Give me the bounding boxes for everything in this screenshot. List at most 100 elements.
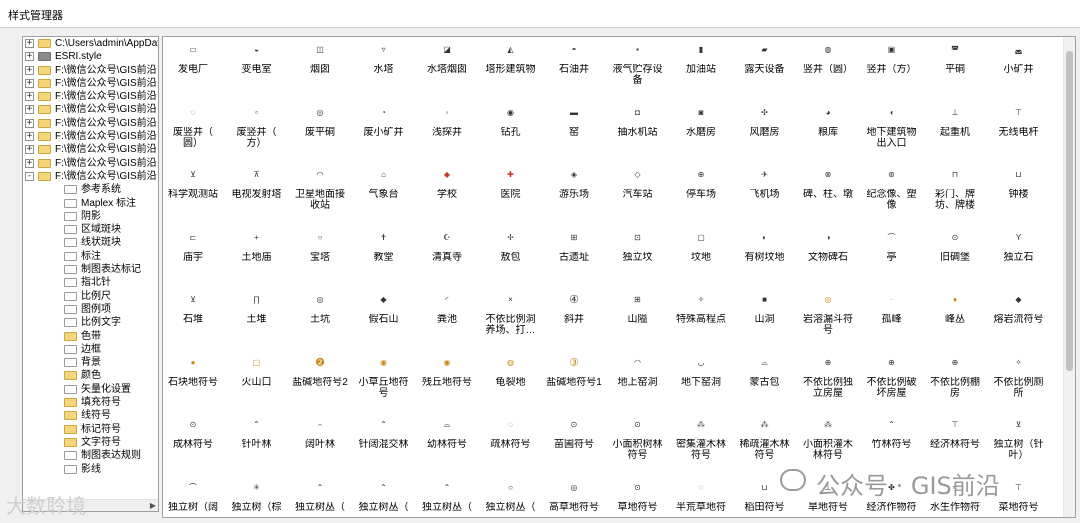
symbol-item[interactable]: ◙ 水磨房 — [670, 102, 732, 162]
tree-item[interactable]: 线符号 — [23, 409, 158, 422]
symbol-item[interactable]: ◆ 熔岩流符号 — [988, 289, 1050, 349]
symbol-item[interactable]: + 土地庙 — [226, 227, 288, 287]
tree-item[interactable]: + F:\微信公众号\GIS前沿 — [23, 143, 158, 156]
symbol-item[interactable]: ◎ 高草地符号 — [543, 477, 605, 518]
symbol-item[interactable]: ⊻ 科学观测站 — [163, 164, 224, 224]
symbol-item[interactable]: ▣ 竖井（方） — [861, 39, 923, 99]
symbol-item[interactable]: ◈ 游乐场 — [543, 164, 605, 224]
symbol-item[interactable]: ③ 盐碱地符号1 — [543, 352, 605, 412]
symbol-item[interactable]: ○ 宝塔 — [289, 227, 351, 287]
symbol-item[interactable]: ✳ 独立树（棕 — [226, 477, 288, 518]
expand-icon[interactable]: + — [25, 92, 34, 102]
tree-item[interactable]: + F:\微信公众号\GIS前沿 — [23, 103, 158, 116]
symbol-item[interactable]: ◒ 变电室 — [226, 39, 288, 99]
symbol-item[interactable]: · 孤峰 — [861, 289, 923, 349]
tree-item[interactable]: + F:\微信公众号\GIS前沿 — [23, 117, 158, 130]
tree-item[interactable]: 标注 — [23, 250, 158, 263]
symbol-item[interactable]: ∏ 土堆 — [226, 289, 288, 349]
symbol-item[interactable]: ⊓ 彩门、牌 坊、牌楼 — [924, 164, 986, 224]
symbol-item[interactable]: ◍ 竖井（圆） — [797, 39, 859, 99]
symbol-item[interactable]: ⊔ 钟楼 — [988, 164, 1050, 224]
symbol-item[interactable]: ▭ 发电厂 — [163, 39, 224, 99]
symbol-item[interactable]: ⌃ 独立树丛（ — [416, 477, 478, 518]
symbol-item[interactable]: ✈ 飞机场 — [734, 164, 796, 224]
symbol-item[interactable]: ✚ 医院 — [480, 164, 542, 224]
symbol-item[interactable]: ◛ 小矿井 — [988, 39, 1050, 99]
expand-icon[interactable]: + — [25, 65, 34, 75]
symbol-item[interactable]: ⊙ 旧碉堡 — [924, 227, 986, 287]
tree-item[interactable]: 色带 — [23, 330, 158, 343]
symbol-item[interactable]: ◔ 废小矿井 — [353, 102, 415, 162]
symbol-item[interactable]: ⁂ 小面积灌木 林符号 — [797, 414, 859, 474]
tree-item[interactable]: + F:\微信公众号\GIS前沿 — [23, 64, 158, 77]
symbol-item[interactable]: ⌃ 竹林符号 — [861, 414, 923, 474]
tree-item[interactable]: 填充符号 — [23, 396, 158, 409]
symbol-item[interactable]: ◉ 残丘地符号 — [416, 352, 478, 412]
expand-icon[interactable]: + — [25, 39, 34, 48]
tree-item[interactable]: Maplex 标注 — [23, 197, 158, 210]
symbol-item[interactable]: ⌢ 阔叶林 — [289, 414, 351, 474]
symbol-item[interactable]: ◌ 废竖井（ 圆） — [163, 102, 224, 162]
symbol-item[interactable]: ⌓ 幼林符号 — [416, 414, 478, 474]
symbol-item[interactable]: ⊙ 小面积树林 符号 — [607, 414, 669, 474]
symbol-item[interactable]: ▰ 露天设备 — [734, 39, 796, 99]
symbol-item[interactable]: ▿ 水塔 — [353, 39, 415, 99]
symbol-item[interactable]: ◐ 有树坟地 — [734, 227, 796, 287]
style-tree[interactable]: + C:\Users\admin\AppData + ESRI.style + F:\微信… — [22, 36, 159, 512]
scrollbar-thumb[interactable] — [1066, 51, 1073, 371]
symbol-item[interactable]: ◌ 疏林符号 — [480, 414, 542, 474]
symbol-item[interactable]: ⊼ 电视发射塔 — [226, 164, 288, 224]
tree-item[interactable]: + F:\微信公众号\GIS前沿 — [23, 90, 158, 103]
symbol-grid[interactable]: ⊤ 菜地符号 ≈ 水生作物符 ✤ 经济作物符 ⊥ 旱地符号 ⊔ 稻田符号 ◌ 半荒草地符 ⊙ 草地符号 ◎ 高… — [162, 36, 1076, 518]
expand-icon[interactable]: + — [25, 52, 34, 62]
symbol-item[interactable]: ⌂ 气象台 — [353, 164, 415, 224]
tree-item[interactable]: 指北针 — [23, 276, 158, 289]
symbol-item[interactable]: ◖ 地下建筑物 出入口 — [861, 102, 923, 162]
symbol-item[interactable]: ⌃ 针叶林 — [226, 414, 288, 474]
symbol-item[interactable]: ⊗ 碑、柱、墩 — [797, 164, 859, 224]
symbol-item[interactable]: ▢ 火山口 — [226, 352, 288, 412]
symbol-item[interactable]: ◇ 汽车站 — [607, 164, 669, 224]
symbol-item[interactable]: ◉ 钻孔 — [480, 102, 542, 162]
tree-item[interactable]: + C:\Users\admin\AppData — [23, 37, 158, 50]
symbol-item[interactable]: ✢ 敖包 — [480, 227, 542, 287]
tree-item[interactable]: 标记符号 — [23, 423, 158, 436]
symbol-item[interactable]: ○ 独立树丛（ — [480, 477, 542, 518]
symbol-item[interactable]: ◡ 地下窑洞 — [670, 352, 732, 412]
tree-item[interactable]: 线状斑块 — [23, 236, 158, 249]
symbol-item[interactable]: ■ 山洞 — [734, 289, 796, 349]
symbol-item[interactable]: ⊻ 独立树（针 叶） — [988, 414, 1050, 474]
symbol-item[interactable]: ◕ 粮库 — [797, 102, 859, 162]
symbol-item[interactable]: ⌓ 蒙古包 — [734, 352, 796, 412]
symbol-item[interactable]: ◫ 烟囱 — [289, 39, 351, 99]
tree-item[interactable]: 比例文字 — [23, 316, 158, 329]
symbol-item[interactable]: ⊤ 经济林符号 — [924, 414, 986, 474]
symbol-item[interactable]: ✣ 风磨房 — [734, 102, 796, 162]
symbol-item[interactable]: ◎ 岩溶漏斗符 号 — [797, 289, 859, 349]
symbol-item[interactable]: ◘ 抽水机站 — [607, 102, 669, 162]
vertical-scrollbar[interactable] — [1063, 37, 1075, 517]
symbol-item[interactable]: ◑ 文物碑石 — [797, 227, 859, 287]
symbol-item[interactable]: ✧ 特殊高程点 — [670, 289, 732, 349]
symbol-item[interactable]: ⊙ 草地符号 — [607, 477, 669, 518]
tree-item[interactable]: 文字符号 — [23, 436, 158, 449]
tree-item[interactable]: 比例尺 — [23, 290, 158, 303]
tree-item[interactable]: + F:\微信公众号\GIS前沿 — [23, 77, 158, 90]
symbol-item[interactable]: ⌃ 独立树丛（ — [289, 477, 351, 518]
tree-item[interactable]: 背景 — [23, 356, 158, 369]
symbol-item[interactable]: × 不依比例洞 养场、打… — [480, 289, 542, 349]
tree-item[interactable]: 参考系统 — [23, 183, 158, 196]
symbol-item[interactable]: ✝ 教堂 — [353, 227, 415, 287]
symbol-item[interactable]: ⊕ 不依比例独 立房屋 — [797, 352, 859, 412]
symbol-item[interactable]: ⊕ 停车场 — [670, 164, 732, 224]
symbol-item[interactable]: ▬ 窑 — [543, 102, 605, 162]
tree-item[interactable]: 影线 — [23, 463, 158, 476]
symbol-item[interactable]: ◎ 土坑 — [289, 289, 351, 349]
symbol-item[interactable]: ◠ 地上窑洞 — [607, 352, 669, 412]
tree-item[interactable]: + F:\微信公众号\GIS前沿 — [23, 157, 158, 170]
symbol-item[interactable]: ⌃ 独立树丛（ — [353, 477, 415, 518]
symbol-item[interactable]: ◎ 废平硐 — [289, 102, 351, 162]
symbol-item[interactable]: ⊙ 苗圃符号 — [543, 414, 605, 474]
symbol-item[interactable]: ⊞ 山隘 — [607, 289, 669, 349]
symbol-item[interactable]: ✧ 不依比例厕 所 — [988, 352, 1050, 412]
